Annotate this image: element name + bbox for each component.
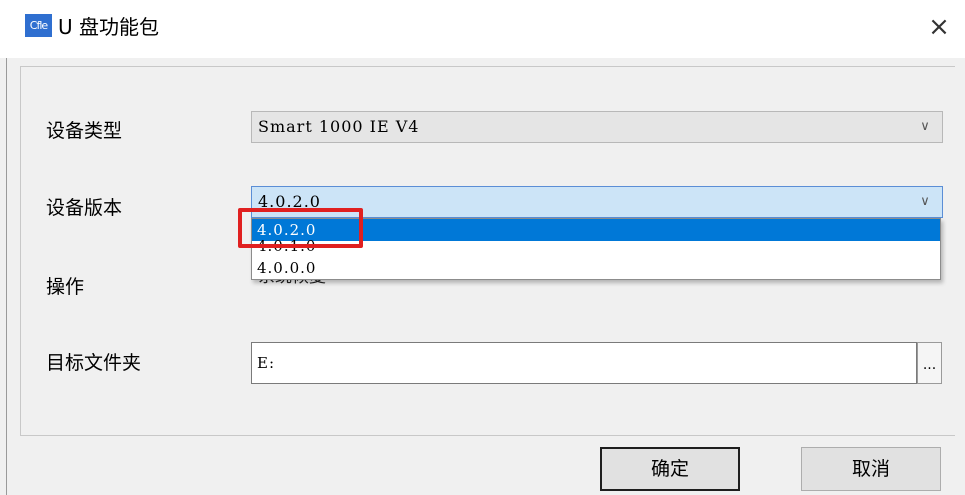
chevron-down-icon: ∨ bbox=[920, 119, 930, 134]
ok-button[interactable]: 确定 bbox=[600, 447, 740, 491]
chevron-down-icon: ∨ bbox=[920, 194, 930, 209]
window-title: U 盘功能包 bbox=[58, 15, 159, 39]
operation-label: 操作 bbox=[46, 276, 85, 298]
title-bar: Cfle U 盘功能包 × bbox=[0, 0, 965, 58]
window-border bbox=[6, 58, 7, 495]
cancel-button[interactable]: 取消 bbox=[801, 447, 941, 491]
device-type-select[interactable]: Smart 1000 IE V4 ∨ bbox=[251, 111, 943, 143]
device-type-value: Smart 1000 IE V4 bbox=[258, 117, 420, 136]
app-icon: Cfle bbox=[25, 14, 52, 37]
browse-button[interactable]: ... bbox=[917, 342, 942, 384]
close-icon[interactable]: × bbox=[924, 12, 954, 42]
target-folder-label: 目标文件夹 bbox=[46, 352, 142, 374]
highlight-annotation bbox=[238, 208, 363, 248]
dropdown-option[interactable]: 4.0.0.0 bbox=[252, 257, 940, 279]
device-version-label: 设备版本 bbox=[46, 197, 123, 219]
target-folder-input[interactable] bbox=[254, 345, 915, 381]
device-type-label: 设备类型 bbox=[46, 120, 123, 142]
dialog-window: Cfle U 盘功能包 × 设备类型 Smart 1000 IE V4 ∨ 设备… bbox=[0, 0, 965, 495]
target-folder-field[interactable] bbox=[251, 342, 917, 384]
